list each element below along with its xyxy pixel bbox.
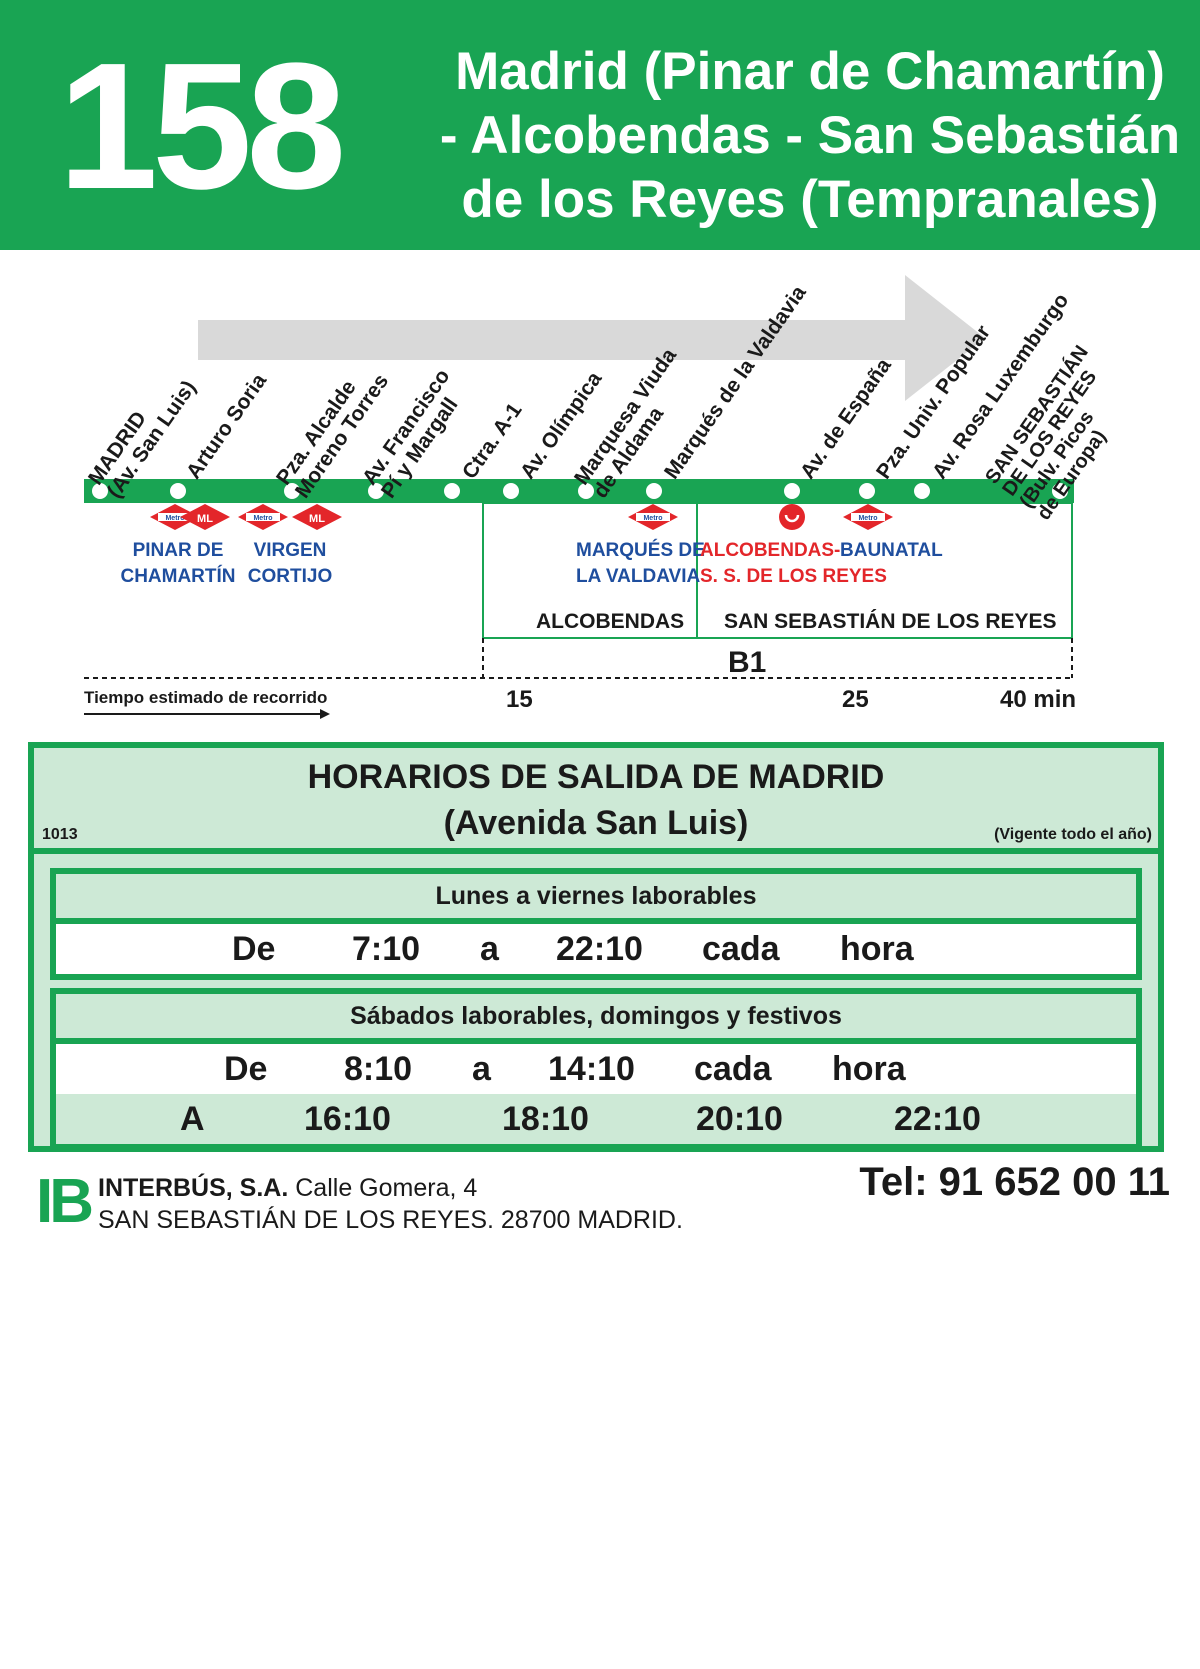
schedule-validity: (Vigente todo el año) xyxy=(994,826,1152,843)
route-diagram: Metro ML Metro ML Metro Metro MADRID (Av… xyxy=(0,250,1200,720)
schedule-cell: De xyxy=(232,930,276,968)
connection-label: BAUNATAL xyxy=(840,540,943,561)
stop-dot xyxy=(784,483,800,499)
schedule-title-line: (Avenida San Luis) xyxy=(443,804,749,842)
route-title-line: Madrid (Pinar de Chamartín) xyxy=(455,42,1165,101)
route-number: 158 xyxy=(58,26,346,227)
schedule-cell: 7:10 xyxy=(352,930,421,968)
schedule-cell: 8:10 xyxy=(344,1050,413,1088)
zone-ssreyes: SAN SEBASTIÁN DE LOS REYES xyxy=(724,610,1057,633)
metro-badge-text: Metro xyxy=(165,515,184,522)
connection-label: MARQUÉS DE LA VALDAVIA xyxy=(576,540,705,587)
metro-icon: Metro xyxy=(628,504,678,530)
schedule-panel: HORARIOS DE SALIDA DE MADRID (Avenida Sa… xyxy=(28,742,1164,1152)
connection-label: ALCOBENDAS- S. S. DE LOS REYES xyxy=(700,540,887,587)
travel-time-caption: Tiempo estimado de recorrido xyxy=(84,688,328,707)
stop-dot xyxy=(914,483,930,499)
metro-icon: Metro xyxy=(238,504,288,530)
schedule-title-line: HORARIOS DE SALIDA DE MADRID xyxy=(307,758,885,796)
phone-number: Tel: 91 652 00 11 xyxy=(859,1160,1170,1204)
schedule-cell: 16:10 xyxy=(304,1100,391,1138)
schedule-cell: cada xyxy=(702,930,780,968)
schedule-cell: 22:10 xyxy=(894,1100,981,1138)
company-name: INTERBÚS, S.A. xyxy=(98,1174,289,1202)
stop-dot xyxy=(444,483,460,499)
route-title-line: - Alcobendas - San Sebastián xyxy=(439,106,1181,165)
schedule-title: HORARIOS DE SALIDA DE MADRID (Avenida Sa… xyxy=(34,754,1158,846)
schedule-cell: hora xyxy=(840,930,914,968)
weekend-schedule: Sábados laborables, domingos y festivos … xyxy=(50,988,1142,1150)
schedule-cell: 18:10 xyxy=(502,1100,589,1138)
schedule-divider xyxy=(34,848,1158,854)
ml-badge-text: ML xyxy=(197,513,213,525)
zone-alcobendas: ALCOBENDAS xyxy=(536,610,685,633)
weekday-row: De 7:10 a 22:10 cada hora xyxy=(56,924,1136,974)
schedule-code: 1013 xyxy=(42,826,78,843)
stop-dot xyxy=(646,483,662,499)
metro-badge-text: Metro xyxy=(643,515,662,522)
interbus-logo: IB xyxy=(36,1167,94,1236)
metro-badge-text: Metro xyxy=(858,515,877,522)
schedule-cell: De xyxy=(224,1050,268,1088)
weekend-departures-row: A 16:10 18:10 20:10 22:10 xyxy=(56,1094,1136,1144)
travel-time-mark: 15 xyxy=(506,686,533,713)
fare-zone-line xyxy=(84,638,1073,679)
schedule-cell: 22:10 xyxy=(556,930,643,968)
schedule-cell: 14:10 xyxy=(548,1050,635,1088)
cercanias-icon xyxy=(779,504,805,530)
schedule-cell: a xyxy=(472,1050,491,1088)
connection-label: VIRGEN CORTIJO xyxy=(247,540,333,587)
weekday-heading: Lunes a viernes laborables xyxy=(56,874,1136,924)
route-title-line: de los Reyes (Tempranales) xyxy=(461,170,1159,229)
weekday-schedule: Lunes a viernes laborables De 7:10 a 22:… xyxy=(50,868,1142,980)
metro-ligero-icon: ML xyxy=(180,504,230,530)
weekend-heading: Sábados laborables, domingos y festivos xyxy=(56,994,1136,1044)
ml-badge-text: ML xyxy=(309,513,325,525)
travel-time-mark: 40 min xyxy=(1000,686,1077,713)
connection-label: PINAR DE CHAMARTÍN xyxy=(120,540,236,587)
route-title: Madrid (Pinar de Chamartín) - Alcobendas… xyxy=(430,40,1190,232)
company-info: INTERBÚS, S.A. Calle Gomera, 4 SAN SEBAS… xyxy=(98,1172,683,1236)
schedule-cell: a xyxy=(480,930,499,968)
stop-dot xyxy=(503,483,519,499)
travel-time-mark: 25 xyxy=(842,686,869,713)
metro-badge-text: Metro xyxy=(253,515,272,522)
route-header: 158 Madrid (Pinar de Chamartín) - Alcobe… xyxy=(0,0,1200,250)
metro-ligero-icon: ML xyxy=(292,504,342,530)
metro-icon: Metro xyxy=(843,504,893,530)
stop-dot xyxy=(170,483,186,499)
company-address-city: SAN SEBASTIÁN DE LOS REYES. 28700 MADRID… xyxy=(98,1206,683,1234)
schedule-cell: hora xyxy=(832,1050,906,1088)
schedule-cell: A xyxy=(180,1100,205,1138)
schedule-cell: 20:10 xyxy=(696,1100,783,1138)
fare-zone-b1: B1 xyxy=(728,646,767,679)
schedule-cell: cada xyxy=(694,1050,772,1088)
weekend-row: De 8:10 a 14:10 cada hora xyxy=(56,1044,1136,1094)
company-address-street: Calle Gomera, 4 xyxy=(295,1174,478,1202)
stop-dot xyxy=(859,483,875,499)
